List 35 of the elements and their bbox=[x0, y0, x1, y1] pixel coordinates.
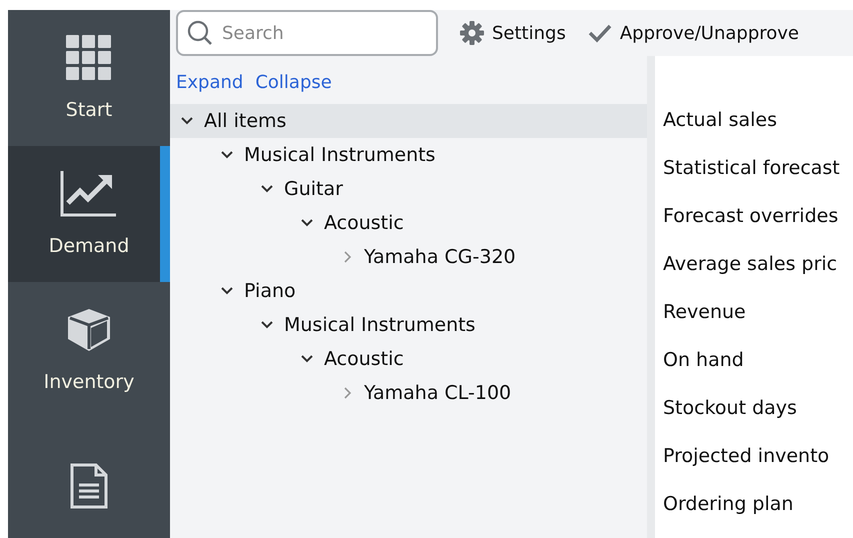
nav-item[interactable]: Demand bbox=[8, 146, 170, 282]
tree-item[interactable]: Acoustic bbox=[170, 206, 647, 240]
metric-label: Stockout days bbox=[663, 397, 798, 421]
metric-label: Projected invento bbox=[663, 445, 830, 469]
document-icon bbox=[70, 463, 108, 509]
metric-label: Average sales pric bbox=[663, 253, 838, 277]
metric-label: Ordering plan bbox=[663, 493, 794, 517]
metric-label: Forecast overrides bbox=[663, 205, 840, 229]
gear-icon bbox=[460, 21, 484, 45]
tree-item[interactable]: Musical Instruments bbox=[170, 308, 647, 342]
tree-item[interactable]: Yamaha CL-100 bbox=[170, 376, 647, 410]
metric-label: Statistical forecast bbox=[663, 157, 841, 181]
tree-item[interactable]: All items bbox=[170, 104, 647, 138]
line-chart-icon bbox=[60, 171, 118, 217]
nav-item[interactable]: Inventory bbox=[8, 282, 170, 418]
tree-item[interactable]: Musical Instruments bbox=[170, 138, 647, 172]
toolbar-button[interactable]: Approve/Unapprove bbox=[588, 22, 800, 44]
tree-item[interactable]: Acoustic bbox=[170, 342, 647, 376]
nav-label: Demand bbox=[48, 235, 130, 257]
nav-label: Inventory bbox=[44, 371, 134, 393]
tree-item[interactable]: Yamaha CG-320 bbox=[170, 240, 647, 274]
metric-label: On hand bbox=[663, 349, 745, 373]
metric-label: Actual sales bbox=[663, 109, 778, 133]
toolbar-button[interactable]: Settings bbox=[460, 21, 566, 45]
grid-icon bbox=[66, 35, 112, 81]
nav-item[interactable]: Start bbox=[8, 10, 170, 146]
tree-item[interactable]: Piano bbox=[170, 274, 647, 308]
nav-label: Start bbox=[66, 99, 112, 121]
search-field[interactable]: Search bbox=[176, 10, 438, 56]
check-icon bbox=[588, 23, 612, 43]
cube-icon bbox=[66, 307, 112, 353]
tree-link[interactable]: Collapse bbox=[255, 72, 332, 92]
metric-label: Revenue bbox=[663, 301, 747, 325]
tree-item[interactable]: Guitar bbox=[170, 172, 647, 206]
tree-link[interactable]: Expand bbox=[176, 72, 244, 92]
